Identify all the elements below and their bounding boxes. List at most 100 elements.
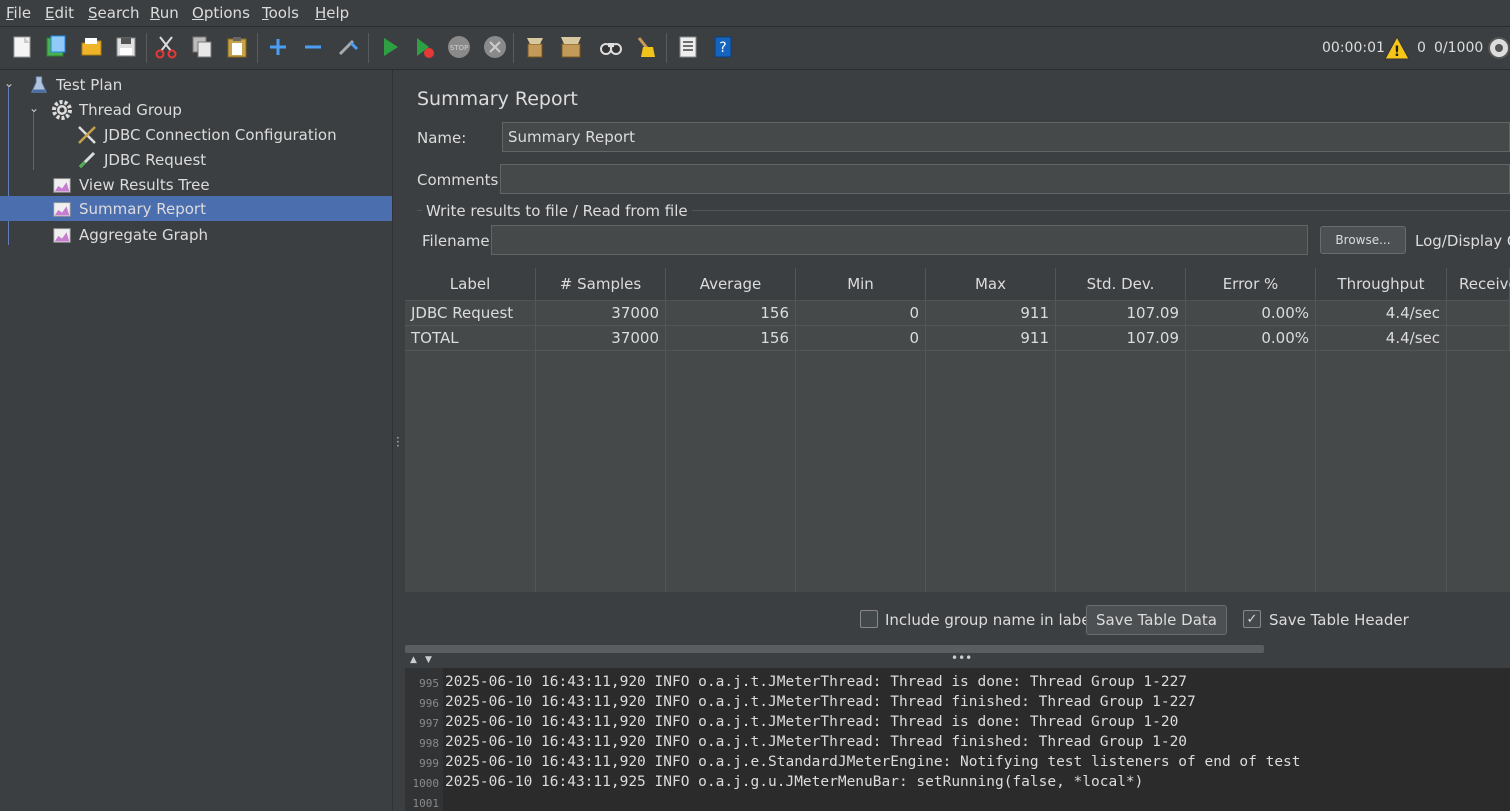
- table-cell[interactable]: 37000: [536, 326, 666, 351]
- tree-node-jdbc-request[interactable]: JDBC Request: [76, 147, 206, 172]
- log-line: 2025-06-10 16:43:11,920 INFO o.a.j.t.JMe…: [445, 674, 1188, 690]
- graph-icon: [51, 224, 73, 246]
- menu-options-label: ptions: [203, 4, 250, 22]
- column-header-received[interactable]: Receive: [1447, 268, 1510, 301]
- arrow-down-icon[interactable]: ▼: [425, 655, 432, 665]
- reset-search-icon[interactable]: [632, 33, 660, 61]
- function-helper-icon[interactable]: [674, 33, 702, 61]
- new-icon[interactable]: [8, 33, 36, 61]
- start-no-pauses-icon[interactable]: [410, 33, 438, 61]
- menu-search-label: earch: [97, 4, 140, 22]
- search-icon[interactable]: [597, 33, 625, 61]
- collapse-all-icon[interactable]: [299, 33, 327, 61]
- column-header-throughput[interactable]: Throughput: [1316, 268, 1447, 301]
- browse-button[interactable]: Browse...: [1320, 226, 1406, 254]
- table-cell[interactable]: [1447, 326, 1510, 351]
- chevron-down-icon[interactable]: ⌄: [4, 76, 14, 90]
- menu-edit-label: dit: [54, 4, 75, 22]
- shutdown-icon[interactable]: [481, 33, 509, 61]
- table-cell[interactable]: TOTAL: [405, 326, 536, 351]
- table-cell[interactable]: 0.00%: [1186, 301, 1316, 326]
- toolbar-separator: [666, 33, 667, 63]
- include-group-checkbox[interactable]: [860, 610, 878, 628]
- menu-file[interactable]: File: [6, 4, 31, 22]
- tree-node-test-plan[interactable]: Test Plan: [28, 72, 122, 97]
- stop-icon[interactable]: STOP: [445, 33, 473, 61]
- table-cell[interactable]: [1447, 301, 1510, 326]
- tree-node-aggregate-graph[interactable]: Aggregate Graph: [51, 222, 208, 247]
- gear-icon: [51, 99, 73, 121]
- comments-field[interactable]: [500, 164, 1510, 194]
- log-line: 2025-06-10 16:43:11,920 INFO o.a.j.t.JMe…: [445, 714, 1179, 730]
- filename-field[interactable]: [491, 225, 1308, 255]
- save-table-data-button[interactable]: Save Table Data: [1086, 605, 1227, 635]
- tree-label: View Results Tree: [79, 175, 210, 194]
- table-cell[interactable]: 0.00%: [1186, 326, 1316, 351]
- table-cell[interactable]: 37000: [536, 301, 666, 326]
- toggle-icon[interactable]: [334, 33, 362, 61]
- line-number: 995: [419, 677, 439, 690]
- expand-all-icon[interactable]: [264, 33, 292, 61]
- column-header-samples[interactable]: # Samples: [536, 268, 666, 301]
- tree-label: Summary Report: [79, 199, 206, 218]
- clear-icon[interactable]: [521, 33, 549, 61]
- templates-icon[interactable]: [42, 33, 70, 61]
- table-cell[interactable]: 4.4/sec: [1316, 326, 1447, 351]
- help-icon[interactable]: ?: [709, 33, 737, 61]
- tree-node-thread-group[interactable]: Thread Group: [51, 97, 182, 122]
- tree-node-jdbc-config[interactable]: JDBC Connection Configuration: [76, 122, 337, 147]
- paste-icon[interactable]: [223, 33, 251, 61]
- name-field[interactable]: Summary Report: [502, 122, 1510, 152]
- column-header-max[interactable]: Max: [926, 268, 1056, 301]
- menu-help[interactable]: Help: [315, 4, 349, 22]
- line-number: 998: [419, 737, 439, 750]
- scrollbar-thumb[interactable]: [405, 645, 1264, 653]
- menu-help-label: elp: [326, 4, 350, 22]
- column-header-std-dev[interactable]: Std. Dev.: [1056, 268, 1186, 301]
- table-cell[interactable]: 156: [666, 326, 796, 351]
- chevron-down-icon[interactable]: ⌄: [29, 101, 39, 115]
- column-header-error[interactable]: Error %: [1186, 268, 1316, 301]
- table-cell[interactable]: 0: [796, 326, 926, 351]
- tree-label: JDBC Request: [104, 150, 207, 169]
- log-divider[interactable]: ▲ ▼ •••: [405, 651, 1510, 667]
- column-header-label[interactable]: Label: [405, 268, 536, 301]
- save-icon[interactable]: [112, 33, 140, 61]
- log-viewer[interactable]: 995 2025-06-10 16:43:11,920 INFO o.a.j.t…: [405, 668, 1510, 811]
- tree-label: Test Plan: [56, 75, 123, 94]
- svg-text:!: !: [1394, 44, 1400, 60]
- menu-options[interactable]: Options: [192, 4, 250, 22]
- column-header-average[interactable]: Average: [666, 268, 796, 301]
- open-icon[interactable]: [78, 33, 106, 61]
- table-cell[interactable]: 911: [926, 326, 1056, 351]
- table-cell[interactable]: 911: [926, 301, 1056, 326]
- table-cell[interactable]: JDBC Request: [405, 301, 536, 326]
- cut-icon[interactable]: [152, 33, 180, 61]
- remote-status-icon[interactable]: [1487, 35, 1510, 61]
- menu-tools[interactable]: Tools: [262, 4, 299, 22]
- line-number: 999: [419, 757, 439, 770]
- table-cell[interactable]: 156: [666, 301, 796, 326]
- table-cell[interactable]: 0: [796, 301, 926, 326]
- log-display-only-label[interactable]: Log/Display O: [1415, 232, 1510, 250]
- menu-options-mnemonic: O: [192, 4, 204, 22]
- start-icon[interactable]: [376, 33, 404, 61]
- filename-label: Filename: [422, 232, 490, 250]
- tree-node-view-results-tree[interactable]: View Results Tree: [51, 172, 210, 197]
- split-pane-divider[interactable]: · · ·: [392, 70, 406, 811]
- menu-search[interactable]: Search: [88, 4, 140, 22]
- arrow-up-icon[interactable]: ▲: [410, 655, 417, 665]
- menu-edit[interactable]: Edit: [45, 4, 74, 22]
- table-cell[interactable]: 107.09: [1056, 326, 1186, 351]
- save-table-header-checkbox[interactable]: ✓: [1243, 610, 1261, 628]
- copy-icon[interactable]: [188, 33, 216, 61]
- tree-node-summary-report[interactable]: Summary Report: [0, 196, 392, 221]
- svg-text:?: ?: [719, 40, 726, 56]
- table-cell[interactable]: 107.09: [1056, 301, 1186, 326]
- clear-all-icon[interactable]: [557, 33, 585, 61]
- menu-run[interactable]: Run: [150, 4, 179, 22]
- log-line: 2025-06-10 16:43:11,925 INFO o.a.j.g.u.J…: [445, 774, 1144, 790]
- column-header-min[interactable]: Min: [796, 268, 926, 301]
- warning-icon[interactable]: !: [1384, 35, 1410, 60]
- table-cell[interactable]: 4.4/sec: [1316, 301, 1447, 326]
